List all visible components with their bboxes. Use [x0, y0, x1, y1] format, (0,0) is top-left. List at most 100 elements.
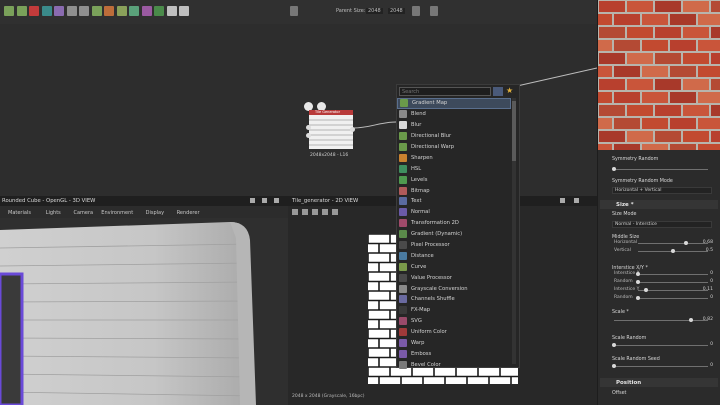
scale-random-slider[interactable] [614, 345, 708, 346]
search-result-item[interactable]: Distance [397, 250, 511, 261]
search-result-item[interactable]: Blur [397, 120, 511, 131]
3d-menu-renderer[interactable]: Renderer [177, 210, 200, 216]
random-1-value[interactable]: 0 [710, 279, 713, 284]
node-output-port[interactable] [350, 127, 355, 132]
search-result-item[interactable]: Curve [397, 261, 511, 272]
pin-icon[interactable] [250, 198, 255, 203]
undo-icon[interactable] [41, 6, 52, 16]
search-result-item[interactable]: Normal [397, 207, 511, 218]
search-result-item[interactable]: Sharpen [397, 152, 511, 163]
size-section-header[interactable]: Size * [600, 200, 718, 209]
maximize-icon[interactable] [262, 198, 267, 203]
search-result-item[interactable]: SVG [397, 316, 511, 327]
comment-icon[interactable] [91, 6, 102, 16]
parent-size-height[interactable]: 2048 [388, 8, 405, 14]
search-result-item[interactable]: Directional Warp [397, 142, 511, 153]
horizontal-value[interactable]: 0.68 [703, 240, 713, 245]
search-result-item[interactable]: Gradient Map [397, 98, 511, 109]
search-result-item[interactable]: Bevel Color [397, 359, 511, 370]
redo-icon[interactable] [54, 6, 64, 16]
search-result-item[interactable]: Emboss [397, 348, 511, 359]
search-result-item[interactable]: Bitmap [397, 185, 511, 196]
3d-menu-lights[interactable]: Lights [46, 210, 61, 216]
slider-handle[interactable] [643, 288, 648, 292]
search-result-item[interactable]: Transformation 2D [397, 218, 511, 229]
search-result-item[interactable]: Pixel Processor [397, 240, 511, 251]
search-result-item[interactable]: Warp [397, 338, 511, 349]
slider-handle[interactable] [612, 364, 616, 368]
pin-icon[interactable] [104, 6, 114, 16]
scale-value[interactable]: 0.82 [703, 317, 713, 322]
link-icon[interactable] [290, 6, 298, 16]
search-input[interactable] [399, 87, 491, 96]
interstice-y-slider[interactable] [638, 290, 708, 291]
interstice-x-slider[interactable] [638, 274, 708, 275]
scale-random-seed-value[interactable]: 0 [710, 363, 713, 368]
maximize-icon[interactable] [574, 198, 579, 203]
random-2-slider[interactable] [638, 298, 708, 299]
search-result-item[interactable]: HSL [397, 163, 511, 174]
position-section-header[interactable]: Position [600, 378, 718, 387]
slider-handle[interactable] [612, 343, 616, 347]
symmetry-random-mode-dropdown[interactable]: Horizontal + Vertical [612, 187, 712, 194]
scale-random-seed-slider[interactable] [614, 366, 708, 367]
search-result-item[interactable]: Directional Blur [397, 131, 511, 142]
vertical-value[interactable]: 0.5 [706, 248, 713, 253]
bake-icon[interactable] [116, 6, 127, 16]
search-scrollbar-thumb[interactable] [512, 101, 516, 161]
export-icon[interactable] [129, 6, 139, 16]
slider-handle[interactable] [636, 272, 640, 276]
slider-handle[interactable] [636, 280, 640, 284]
histogram-icon[interactable] [332, 209, 338, 215]
frame-icon[interactable] [79, 6, 89, 16]
search-result-item[interactable]: Channels Shuffle [397, 294, 511, 305]
3d-menu-environment[interactable]: Environment [101, 210, 133, 216]
fit-icon[interactable] [292, 209, 298, 215]
search-result-item[interactable]: Levels [397, 174, 511, 185]
slider-handle[interactable] [612, 167, 616, 171]
new-graph-icon[interactable] [4, 6, 14, 16]
random-2-value[interactable]: 0 [710, 295, 713, 300]
tile-generator-node[interactable]: Tile Generator 2048x2048 - L16 [304, 102, 355, 158]
channels-icon[interactable] [312, 209, 318, 215]
close-icon[interactable] [274, 198, 279, 203]
3d-viewport[interactable] [0, 218, 288, 405]
random-1-slider[interactable] [638, 282, 708, 283]
node-input-port[interactable] [306, 133, 311, 138]
graph-icon[interactable] [154, 6, 164, 16]
zoom-icon[interactable] [302, 209, 308, 215]
size-mode-dropdown[interactable]: Normal - Interstice [612, 221, 712, 228]
slider-handle[interactable] [671, 249, 675, 253]
search-result-item[interactable]: Gradient (Dynamic) [397, 229, 511, 240]
pin-icon[interactable] [560, 198, 565, 203]
search-result-item[interactable]: Grayscale Conversion [397, 283, 511, 294]
grid-icon[interactable] [430, 6, 438, 16]
scale-random-value[interactable]: 0 [710, 342, 713, 347]
search-result-item[interactable]: Text [397, 196, 511, 207]
3d-menu-camera[interactable]: Camera [74, 210, 94, 216]
parent-size-width[interactable]: 2048 [366, 8, 383, 14]
help-icon[interactable] [179, 6, 189, 16]
filter-icon[interactable] [493, 87, 503, 96]
horizontal-slider[interactable] [638, 243, 708, 244]
symmetry-random-slider[interactable] [614, 169, 708, 170]
slider-handle[interactable] [689, 318, 694, 322]
slider-handle[interactable] [636, 296, 640, 300]
star-icon[interactable]: ★ [506, 86, 513, 95]
search-result-item[interactable]: FX-Map [397, 305, 511, 316]
search-result-item[interactable]: Value Processor [397, 272, 511, 283]
search-result-item[interactable]: Uniform Color [397, 327, 511, 338]
scale-slider[interactable] [614, 320, 708, 321]
save-icon[interactable] [29, 6, 39, 16]
tiling-icon[interactable] [322, 209, 328, 215]
settings-icon[interactable] [166, 6, 177, 16]
open-icon[interactable] [16, 6, 27, 16]
align-icon[interactable] [66, 6, 77, 16]
slider-handle[interactable] [683, 241, 688, 245]
publish-icon[interactable] [141, 6, 152, 16]
node-input-port[interactable] [306, 125, 311, 130]
3d-menu-materials[interactable]: Materials [8, 210, 31, 216]
interstice-x-value[interactable]: 0 [710, 271, 713, 276]
lock-icon[interactable] [412, 6, 420, 16]
search-result-item[interactable]: Blend [397, 109, 511, 120]
